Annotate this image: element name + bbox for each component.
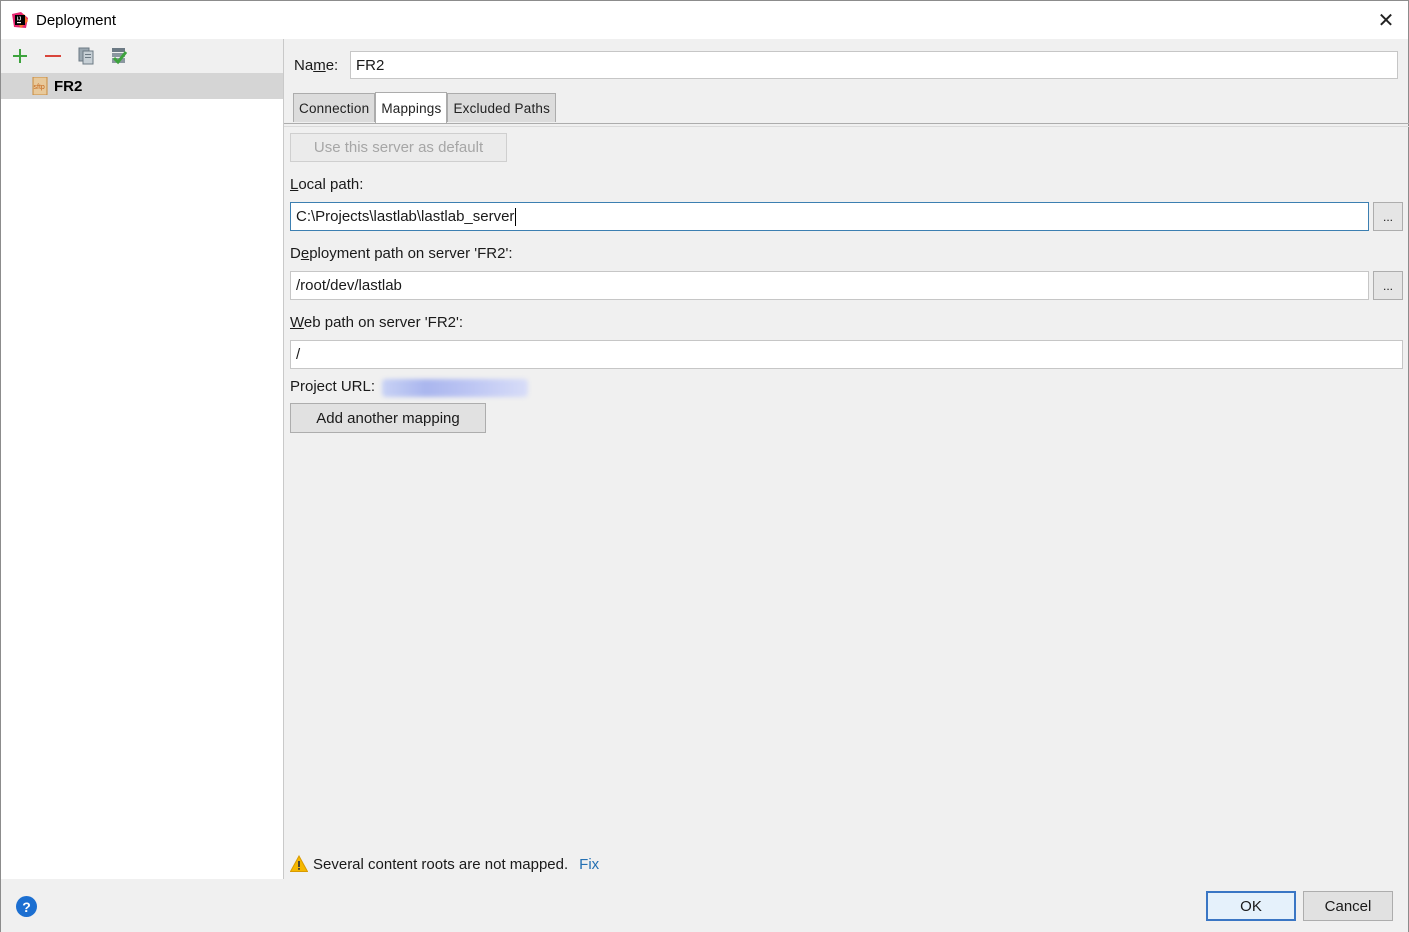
server-list-item[interactable]: sftp FR2 [1, 73, 283, 99]
local-path-value: C:\Projects\lastlab\lastlab_server [296, 208, 515, 225]
use-as-default-button[interactable]: Use this server as default [290, 133, 507, 162]
name-input[interactable]: FR2 [350, 51, 1398, 79]
help-button[interactable]: ? [16, 896, 37, 917]
tab-mappings[interactable]: Mappings [375, 92, 448, 123]
warning-icon [290, 855, 308, 872]
local-path-browse-button[interactable]: ... [1373, 202, 1403, 231]
deployment-path-label: Deployment path on server 'FR2': [290, 245, 513, 262]
deployment-dialog: IJ Deployment ✕ sftp FR2 Name: FR2 Conne… [0, 0, 1409, 932]
tab-bar: Connection Mappings Excluded Paths [293, 92, 557, 123]
copy-server-button[interactable] [75, 45, 97, 67]
name-value: FR2 [356, 56, 385, 74]
close-icon: ✕ [1377, 9, 1395, 32]
copy-icon [78, 47, 94, 65]
ok-button[interactable]: OK [1206, 891, 1296, 921]
project-url-link-redacted[interactable] [382, 379, 528, 397]
svg-text:IJ: IJ [17, 17, 21, 23]
deployment-path-value: /root/dev/lastlab [296, 277, 402, 294]
close-button[interactable]: ✕ [1364, 1, 1408, 39]
tab-divider-shadow [284, 126, 1409, 127]
local-path-input[interactable]: C:\Projects\lastlab\lastlab_server [290, 202, 1369, 231]
server-label: FR2 [54, 77, 83, 95]
web-path-label: Web path on server 'FR2': [290, 314, 464, 331]
tab-connection[interactable]: Connection [293, 93, 376, 122]
warning-text: Several content roots are not mapped. [313, 855, 569, 873]
dialog-footer: ? OK Cancel [1, 879, 1408, 932]
intellij-app-icon: IJ [12, 12, 28, 28]
cancel-button[interactable]: Cancel [1303, 891, 1393, 921]
add-server-button[interactable] [9, 45, 31, 67]
web-path-value: / [296, 346, 301, 363]
tab-excluded-paths[interactable]: Excluded Paths [447, 93, 557, 122]
set-default-icon [112, 48, 128, 65]
remove-icon [45, 55, 61, 57]
text-caret [515, 207, 517, 226]
set-default-server-button[interactable] [108, 45, 130, 67]
warning-message: Several content roots are not mapped. Fi… [290, 853, 599, 875]
help-icon: ? [22, 898, 31, 915]
svg-text:sftp: sftp [34, 84, 45, 91]
fix-link[interactable]: Fix [579, 856, 599, 873]
server-list-toolbar [1, 39, 283, 73]
tab-divider [284, 123, 1409, 124]
remove-server-button[interactable] [42, 45, 64, 67]
name-label: Name: [294, 57, 339, 74]
deployment-path-input[interactable]: /root/dev/lastlab [290, 271, 1369, 300]
add-icon [13, 49, 27, 63]
sftp-icon: sftp [31, 76, 49, 96]
title-bar: IJ Deployment ✕ [1, 1, 1408, 39]
local-path-label: Local path: [290, 176, 364, 193]
web-path-input[interactable]: / [290, 340, 1403, 369]
window-title: Deployment [36, 11, 117, 29]
server-list-panel: sftp FR2 [1, 39, 284, 879]
add-another-mapping-button[interactable]: Add another mapping [290, 403, 486, 433]
project-url-label: Project URL: [290, 378, 376, 395]
deployment-path-browse-button[interactable]: ... [1373, 271, 1403, 300]
